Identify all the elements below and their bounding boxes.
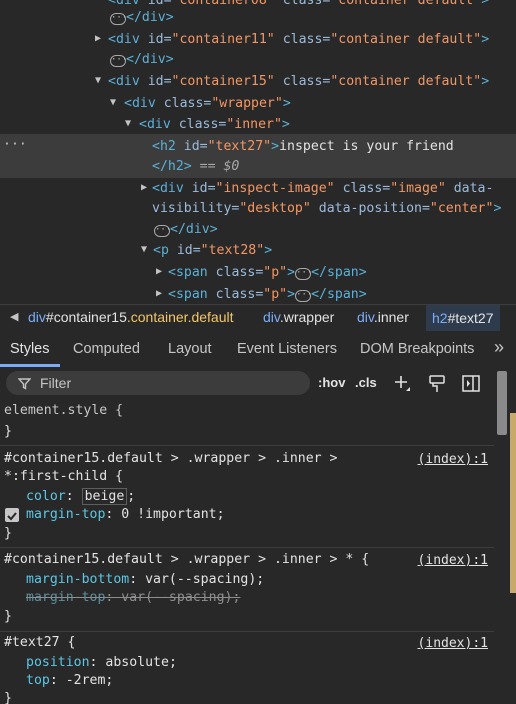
collapse-arrow-icon[interactable]: ▼ bbox=[125, 118, 131, 129]
hov-toggle[interactable]: :hov bbox=[318, 375, 345, 390]
collapse-arrow-icon[interactable]: ▼ bbox=[141, 244, 147, 255]
style-declaration[interactable]: margin-bottom: var(--spacing); bbox=[26, 571, 264, 589]
new-style-rule-icon[interactable] bbox=[393, 374, 413, 394]
dom-node-p-text28[interactable]: <p id="text28"> bbox=[153, 240, 272, 261]
dom-node-inspect-image-attrs[interactable]: visibility="desktop" data-position="cent… bbox=[152, 198, 501, 219]
rule-selector-cont[interactable]: *:first-child { bbox=[4, 468, 123, 486]
filter-icon bbox=[18, 378, 31, 390]
dom-node-inspect-image[interactable]: <div id="inspect-image" class="image" da… bbox=[152, 178, 493, 199]
expand-arrow-icon[interactable]: ▶ bbox=[156, 288, 162, 299]
dom-node-inner[interactable]: <div class="inner"> bbox=[139, 114, 290, 135]
source-link[interactable]: (index):1 bbox=[418, 636, 488, 651]
source-link[interactable]: (index):1 bbox=[418, 452, 488, 467]
styles-toolbar: Filter :hov .cls bbox=[0, 367, 516, 401]
breadcrumb-item-h2[interactable]: h2#text27 bbox=[426, 305, 500, 331]
expand-arrow-icon[interactable]: ▶ bbox=[156, 266, 162, 277]
breadcrumb-item-wrapper[interactable]: div.wrapper bbox=[263, 309, 334, 325]
tab-styles[interactable]: Styles bbox=[10, 341, 50, 357]
declaration-checkbox[interactable] bbox=[5, 508, 19, 522]
rule-close-brace: } bbox=[4, 691, 12, 704]
style-declaration-overridden[interactable]: margin-top: var(--spacing); bbox=[26, 589, 240, 607]
style-rule-text27: #text27 { (index):1 position: absolute; … bbox=[0, 632, 494, 704]
expand-arrow-icon[interactable]: ▶ bbox=[141, 182, 147, 193]
rule-selector[interactable]: #container15.default > .wrapper > .inner… bbox=[4, 551, 369, 569]
paint-brush-icon[interactable] bbox=[428, 374, 446, 394]
ellipsis-icon[interactable]: ··· bbox=[110, 13, 127, 25]
ellipsis-icon[interactable]: ··· bbox=[295, 268, 312, 280]
cls-toggle[interactable]: .cls bbox=[355, 375, 377, 390]
dom-node-container11[interactable]: <div id="container11" class="container d… bbox=[108, 29, 489, 50]
dom-node-h2-close[interactable]: </h2> == $0 bbox=[152, 156, 239, 177]
breadcrumb-item-inner[interactable]: div.inner bbox=[357, 309, 409, 325]
dom-node-span[interactable]: <span class="p">···</span> bbox=[168, 262, 367, 283]
dom-node-close[interactable]: ···</div> bbox=[110, 49, 174, 70]
style-rule-element: element.style { } bbox=[0, 400, 494, 446]
elements-dom-tree[interactable]: <div id="container08" class="container d… bbox=[0, 0, 516, 304]
ellipsis-icon[interactable]: ··· bbox=[295, 290, 312, 302]
expand-arrow-icon[interactable]: ▶ bbox=[95, 33, 101, 44]
scrollbar-thumb[interactable] bbox=[497, 371, 507, 435]
rule-close-brace: } bbox=[4, 526, 12, 541]
rule-close-brace: } bbox=[4, 424, 12, 439]
page-preview-edge bbox=[510, 413, 516, 593]
tab-layout[interactable]: Layout bbox=[168, 341, 212, 357]
style-rule-inner-children: #container15.default > .wrapper > .inner… bbox=[0, 548, 494, 632]
breadcrumb-item-container15[interactable]: div#container15.container.default bbox=[28, 309, 234, 325]
styles-pane[interactable]: element.style { } #container15.default >… bbox=[0, 400, 494, 704]
dom-node-container15[interactable]: <div id="container15" class="container d… bbox=[108, 71, 489, 92]
dom-node-wrapper[interactable]: <div class="wrapper"> bbox=[124, 93, 291, 114]
rule-close-brace: } bbox=[4, 609, 12, 624]
dom-node-span[interactable]: <span class="p">···</span> bbox=[168, 284, 367, 304]
filter-placeholder: Filter bbox=[40, 375, 72, 391]
tab-event-listeners[interactable]: Event Listeners bbox=[237, 341, 337, 357]
toggle-sidebar-icon[interactable] bbox=[462, 375, 480, 392]
ellipsis-icon[interactable]: ··· bbox=[154, 225, 171, 237]
tab-dom-breakpoints[interactable]: DOM Breakpoints bbox=[360, 341, 474, 357]
sidebar-tabs: Styles Computed Layout Event Listeners D… bbox=[0, 331, 516, 368]
style-declaration[interactable]: position: absolute; bbox=[26, 654, 177, 672]
scroll-left-icon[interactable]: ◀ bbox=[10, 310, 18, 323]
style-declaration[interactable]: margin-top: 0 !important; bbox=[26, 506, 225, 524]
more-tabs-icon[interactable]: » bbox=[494, 337, 504, 358]
rule-selector[interactable]: element.style { bbox=[4, 402, 123, 420]
rule-selector[interactable]: #container15.default > .wrapper > .inner… bbox=[4, 450, 337, 468]
breadcrumb: ◀ div#container15.container.default div.… bbox=[0, 304, 516, 332]
dom-node-close[interactable]: ···</div> bbox=[154, 219, 218, 240]
dom-node-close[interactable]: ···</div> bbox=[110, 7, 174, 28]
styles-scrollbar[interactable] bbox=[494, 367, 516, 704]
dom-node-h2-selected[interactable]: <h2 id="text27">inspect is your friend bbox=[152, 136, 454, 157]
collapse-arrow-icon[interactable]: ▼ bbox=[95, 75, 101, 86]
style-declaration[interactable]: color: beige; bbox=[26, 488, 135, 506]
tab-computed[interactable]: Computed bbox=[73, 341, 140, 357]
style-rule-first-child: #container15.default > .wrapper > .inner… bbox=[0, 446, 494, 548]
rule-selector[interactable]: #text27 { bbox=[4, 634, 75, 652]
filter-input[interactable]: Filter bbox=[6, 371, 310, 395]
more-options-icon[interactable]: ··· bbox=[3, 134, 27, 155]
ellipsis-icon[interactable]: ··· bbox=[110, 55, 127, 67]
style-declaration[interactable]: top: -2rem; bbox=[26, 672, 113, 690]
collapse-arrow-icon[interactable]: ▼ bbox=[110, 97, 116, 108]
source-link[interactable]: (index):1 bbox=[418, 553, 488, 568]
